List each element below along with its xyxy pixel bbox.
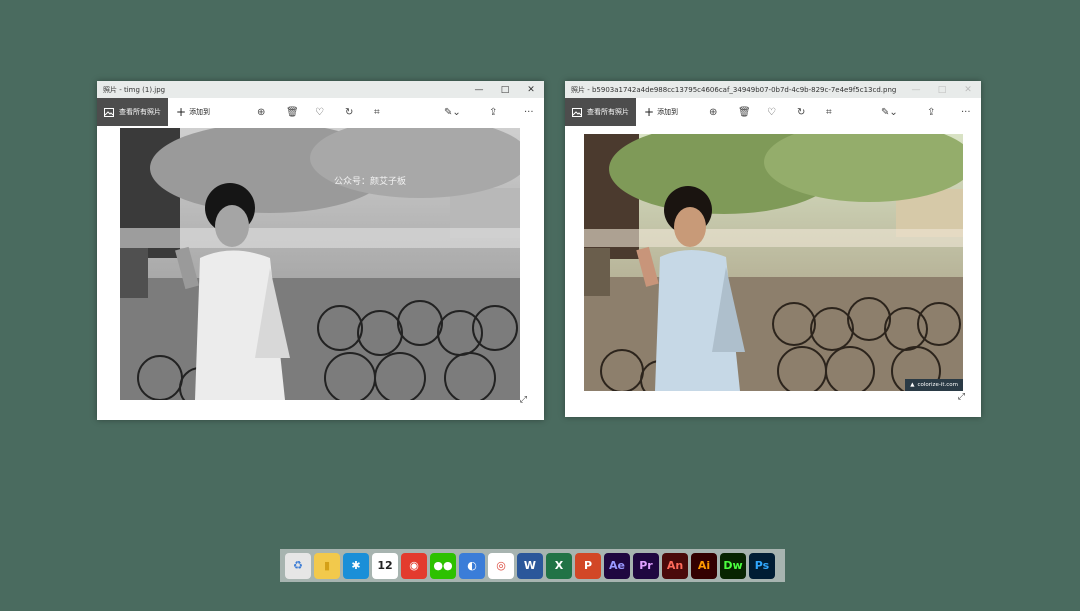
share-icon[interactable]: ⇪	[489, 98, 497, 126]
word-icon[interactable]: W	[517, 552, 543, 579]
window-title: 照片 - timg (1).jpg	[103, 85, 166, 94]
illustrator-icon[interactable]: Ai	[691, 552, 717, 579]
plus-icon: +	[176, 105, 187, 119]
photo-viewer: 公众号：颜艾子板 ⤢	[97, 126, 544, 420]
maximize-button[interactable]: □	[492, 81, 518, 98]
netease-music-icon[interactable]: ◉	[401, 552, 427, 579]
premiere-icon[interactable]: Pr	[633, 552, 659, 579]
street-scene-color	[584, 134, 963, 391]
share-icon[interactable]: ⇪	[927, 98, 935, 126]
delete-icon[interactable]: 🗑	[738, 98, 751, 126]
crop-icon[interactable]: ⌗	[374, 98, 380, 126]
minimize-button[interactable]: —	[466, 81, 492, 98]
window-title: 照片 - b5903a1742a4de988cc13795c4606caf_34…	[571, 85, 897, 94]
app-star-icon[interactable]: ✱	[343, 552, 369, 579]
photos-window-original: 照片 - timg (1).jpg — □ ✕ 查看所有照片 + 添加到 ⊕ 🗑…	[97, 81, 544, 420]
watermark-text: 公众号：颜艾子板	[334, 177, 407, 187]
grayscale-photo: 公众号：颜艾子板	[120, 128, 520, 400]
photoshop-icon[interactable]: Ps	[749, 552, 775, 579]
see-all-photos-label: 查看所有照片	[119, 108, 161, 116]
photo-icon	[572, 107, 582, 117]
close-button[interactable]: ✕	[518, 81, 544, 98]
taskbar-dock: ♻ ▮ ✱ 12 ◉ ●● ◐ ◎ W X P Ae Pr An Ai Dw Ps	[280, 549, 785, 582]
add-to-button[interactable]: + 添加到	[176, 105, 211, 119]
edit-create-icon[interactable]: ✎⌄	[444, 98, 461, 126]
colorized-photo: ▲ colorize-it.com	[584, 134, 963, 391]
more-icon[interactable]: ···	[961, 98, 971, 126]
delete-icon[interactable]: 🗑	[286, 98, 299, 126]
expand-icon[interactable]: ⤢	[958, 392, 965, 402]
after-effects-icon[interactable]: Ae	[604, 552, 630, 579]
recycle-bin-icon[interactable]: ♻	[285, 552, 311, 579]
app-blue-circle-icon[interactable]: ◐	[459, 552, 485, 579]
photo-viewer: ▲ colorize-it.com ⤢	[565, 126, 981, 417]
see-all-photos-label: 查看所有照片	[587, 108, 629, 116]
add-to-label: 添加到	[657, 108, 679, 116]
title-bar[interactable]: 照片 - b5903a1742a4de988cc13795c4606caf_34…	[565, 81, 981, 98]
wechat-icon[interactable]: ●●	[430, 552, 456, 579]
minimize-button[interactable]: —	[903, 81, 929, 98]
badge-text: colorize-it.com	[917, 382, 958, 388]
add-to-button[interactable]: + 添加到	[644, 105, 679, 119]
plus-icon: +	[644, 105, 655, 119]
calendar-icon[interactable]: 12	[372, 552, 398, 579]
dreamweaver-icon[interactable]: Dw	[720, 552, 746, 579]
title-bar[interactable]: 照片 - timg (1).jpg — □ ✕	[97, 81, 544, 98]
chrome-icon[interactable]: ◎	[488, 552, 514, 579]
see-all-photos-button[interactable]: 查看所有照片	[97, 98, 168, 126]
expand-icon[interactable]: ⤢	[520, 395, 527, 405]
zoom-in-icon[interactable]: ⊕	[709, 98, 717, 126]
heart-icon[interactable]: ♡	[767, 98, 776, 126]
colorize-it-badge: ▲ colorize-it.com	[905, 379, 963, 391]
edit-create-icon[interactable]: ✎⌄	[881, 98, 898, 126]
rotate-icon[interactable]: ↻	[345, 98, 353, 126]
photo-icon	[104, 107, 114, 117]
more-icon[interactable]: ···	[524, 98, 534, 126]
colorize-logo-icon: ▲	[910, 382, 915, 388]
street-scene-gray	[120, 128, 520, 400]
zoom-in-icon[interactable]: ⊕	[257, 98, 265, 126]
file-explorer-icon[interactable]: ▮	[314, 552, 340, 579]
maximize-button[interactable]: □	[929, 81, 955, 98]
see-all-photos-button[interactable]: 查看所有照片	[565, 98, 636, 126]
photos-window-colorized: 照片 - b5903a1742a4de988cc13795c4606caf_34…	[565, 81, 981, 417]
window-controls: — □ ✕	[466, 81, 544, 98]
heart-icon[interactable]: ♡	[315, 98, 324, 126]
rotate-icon[interactable]: ↻	[797, 98, 805, 126]
powerpoint-icon[interactable]: P	[575, 552, 601, 579]
close-button[interactable]: ✕	[955, 81, 981, 98]
photo-toolbar: 查看所有照片 + 添加到 ⊕ 🗑 ♡ ↻ ⌗ ✎⌄ ⇪ ···	[97, 98, 544, 126]
window-controls: — □ ✕	[903, 81, 981, 98]
excel-icon[interactable]: X	[546, 552, 572, 579]
crop-icon[interactable]: ⌗	[826, 98, 832, 126]
photo-toolbar: 查看所有照片 + 添加到 ⊕ 🗑 ♡ ↻ ⌗ ✎⌄ ⇪ ···	[565, 98, 981, 126]
add-to-label: 添加到	[189, 108, 211, 116]
animate-icon[interactable]: An	[662, 552, 688, 579]
